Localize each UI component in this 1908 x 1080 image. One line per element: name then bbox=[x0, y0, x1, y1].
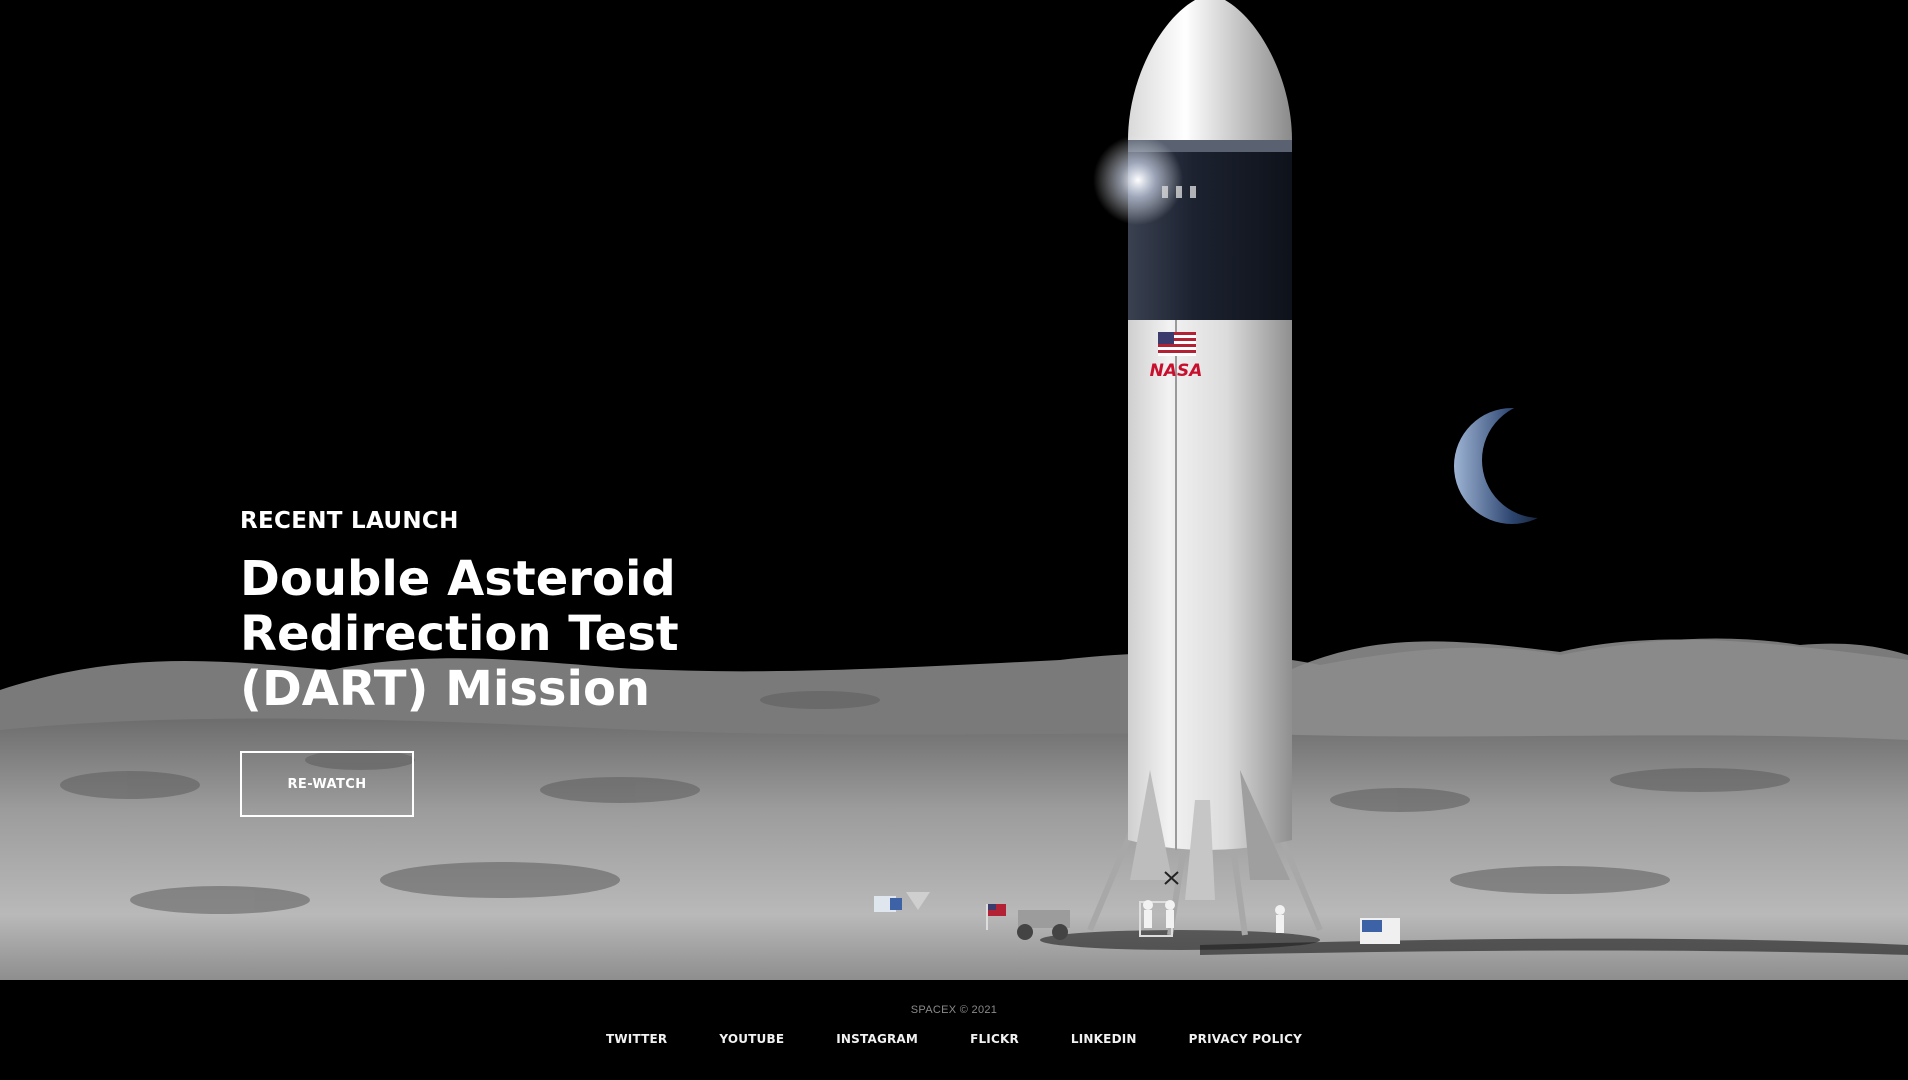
footer-link-youtube[interactable]: YOUTUBE bbox=[719, 1032, 784, 1046]
hero-background-image: NASA bbox=[0, 0, 1908, 980]
footer-link-twitter[interactable]: TWITTER bbox=[606, 1032, 667, 1046]
footer-link-linkedin[interactable]: LINKEDIN bbox=[1071, 1032, 1137, 1046]
copyright-text: SPACEX © 2021 bbox=[910, 1004, 998, 1016]
page: NASA RECENT LAUNCH Double Asteroid Redir… bbox=[0, 0, 1908, 1080]
hero-content: RECENT LAUNCH Double Asteroid Redirectio… bbox=[240, 508, 880, 817]
rewatch-button[interactable]: RE-WATCH bbox=[240, 751, 414, 817]
us-flag-decal bbox=[1158, 332, 1196, 356]
recent-launch-label: RECENT LAUNCH bbox=[240, 508, 459, 534]
footer-nav: TWITTER YOUTUBE INSTAGRAM FLICKR LINKEDI… bbox=[0, 1032, 1908, 1046]
footer-link-instagram[interactable]: INSTAGRAM bbox=[836, 1032, 918, 1046]
footer-link-privacy-policy[interactable]: PRIVACY POLICY bbox=[1189, 1032, 1302, 1046]
nasa-logo: NASA bbox=[1150, 361, 1203, 381]
mission-title: Double Asteroid Redirection Test (DART) … bbox=[240, 551, 679, 717]
footer-link-flickr[interactable]: FLICKR bbox=[970, 1032, 1019, 1046]
site-footer: SPACEX © 2021 TWITTER YOUTUBE INSTAGRAM … bbox=[0, 980, 1908, 1080]
hero-section: NASA RECENT LAUNCH Double Asteroid Redir… bbox=[0, 0, 1908, 980]
